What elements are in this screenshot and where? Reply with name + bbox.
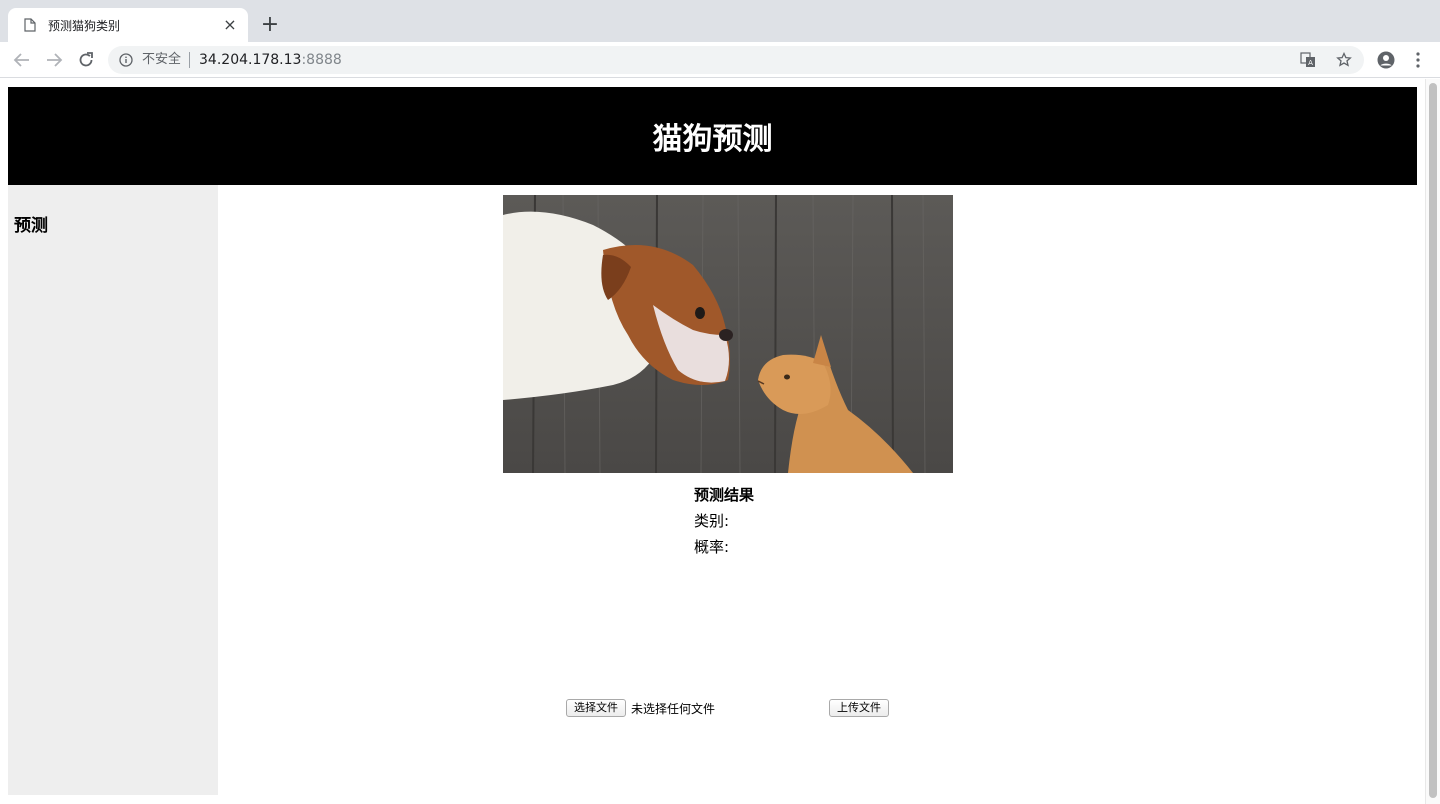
prediction-result: 预测结果 类别: 概率: <box>694 482 754 560</box>
preview-image <box>503 195 953 473</box>
browser-tab-strip: 预测猫狗类别 × + <box>0 0 1440 42</box>
page-header: 猫狗预测 <box>8 87 1417 185</box>
account-icon[interactable] <box>1376 50 1396 70</box>
security-label: 不安全 <box>142 52 191 68</box>
sidebar-item-predict[interactable]: 预测 <box>14 211 48 236</box>
scrollbar-thumb[interactable] <box>1429 83 1437 798</box>
sidebar: 预测 <box>8 185 218 795</box>
close-tab-icon[interactable]: × <box>222 17 238 33</box>
address-bar[interactable]: 不安全 34.204.178.13 :8888 A <box>108 46 1364 74</box>
forward-arrow-icon[interactable] <box>42 48 66 72</box>
page-viewport: 猫狗预测 预测 预测结果 类别: 概率: 选择文件 未选择任何文件 上传文件 <box>0 79 1425 804</box>
result-title: 预测结果 <box>694 486 755 504</box>
info-icon[interactable] <box>118 52 134 68</box>
browser-toolbar: 不安全 34.204.178.13 :8888 A <box>0 42 1440 78</box>
tab-title: 预测猫狗类别 <box>48 18 121 33</box>
svg-text:A: A <box>1308 59 1313 67</box>
new-tab-button[interactable]: + <box>256 12 284 40</box>
vertical-scrollbar[interactable] <box>1425 79 1440 804</box>
browser-tab[interactable]: 预测猫狗类别 × <box>8 8 248 42</box>
reload-icon[interactable] <box>74 48 98 72</box>
no-file-chosen-text: 未选择任何文件 <box>631 701 716 716</box>
back-arrow-icon[interactable] <box>10 48 34 72</box>
file-input[interactable]: 选择文件 未选择任何文件 <box>566 699 715 717</box>
result-category-label: 类别: <box>694 512 730 530</box>
kebab-menu-icon[interactable] <box>1408 50 1428 70</box>
result-probability-label: 概率: <box>694 538 730 556</box>
choose-file-button[interactable]: 选择文件 <box>566 699 626 717</box>
document-icon <box>22 17 38 33</box>
url-host: 34.204.178.13 <box>199 52 302 68</box>
bookmark-star-icon[interactable] <box>1334 50 1354 70</box>
page-title: 猫狗预测 <box>652 122 773 157</box>
upload-file-button[interactable]: 上传文件 <box>829 699 889 717</box>
translate-icon[interactable]: A <box>1298 50 1318 70</box>
url-port: :8888 <box>301 52 342 68</box>
